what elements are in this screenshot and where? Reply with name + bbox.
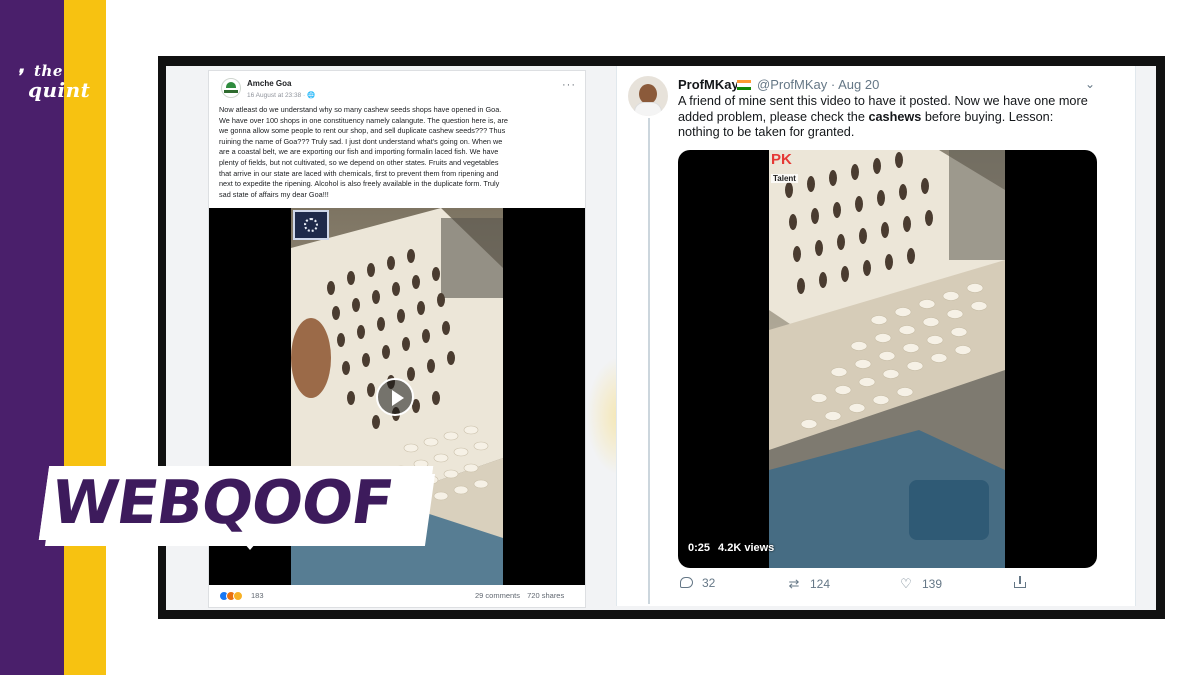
post-line: we gonna allow some people to rent our s… <box>219 126 506 136</box>
post-line: are a coastal belt, we are exporting our… <box>219 147 499 157</box>
video-frame <box>769 150 1005 568</box>
more-options-icon[interactable]: ··· <box>562 79 576 91</box>
tweet-text: A friend of mine sent this video to have… <box>678 94 1090 141</box>
cashew-conveyor-image <box>769 150 1005 568</box>
tweet-bold-word: cashews <box>868 109 922 124</box>
globe-icon: 🌐 <box>307 92 316 99</box>
flag-green <box>737 86 751 90</box>
reply-bubble <box>679 577 693 588</box>
watermark-pk: PK <box>771 151 792 168</box>
quote-icon: ❜ <box>16 66 22 87</box>
shares-count[interactable]: 720 shares <box>527 591 564 600</box>
like-button[interactable]: ♡ 139 <box>898 576 942 594</box>
post-line: We have over 100 shops in one constituen… <box>219 115 508 125</box>
post-line: next to expedite the ripening. Alcohol i… <box>219 179 500 189</box>
timestamp-text: 16 August at 23:38 · <box>247 92 307 99</box>
thread-line <box>648 118 650 604</box>
avatar[interactable] <box>628 76 668 116</box>
channel-badge-icon <box>293 210 329 240</box>
post-footer: 183 29 comments 720 shares <box>209 585 585 607</box>
comments-count[interactable]: 29 comments <box>475 591 520 600</box>
page-logo-icon <box>226 82 236 88</box>
tweet-line: A friend of mine sent this video to have… <box>678 94 1088 108</box>
retweet-count: 124 <box>810 577 831 591</box>
reaction-count[interactable]: 183 <box>251 591 264 600</box>
share-icon <box>1012 576 1028 590</box>
tweet-line-part: added problem, please check the <box>678 109 869 124</box>
play-icon[interactable] <box>376 378 414 416</box>
post-line: plenty of fields, but not cultivated, so… <box>219 157 499 167</box>
post-body: Now atleast do we understand why so many… <box>219 105 579 200</box>
the-quint-logo: ❜ the quint <box>16 62 94 102</box>
watermark-talent: Talent <box>771 174 798 183</box>
webqoof-label: WEBQOOF <box>47 468 397 538</box>
reply-button[interactable]: 32 <box>678 576 715 594</box>
share-button[interactable] <box>1012 576 1036 594</box>
logo-line-quint: quint <box>28 78 91 102</box>
page-avatar[interactable] <box>221 78 241 98</box>
avatar-shirt <box>634 102 662 116</box>
page-logo-bar <box>224 90 238 93</box>
retweet-icon: ⇄ <box>788 576 800 591</box>
reply-count: 32 <box>702 576 716 590</box>
handle-and-date[interactable]: @ProfMKay · Aug 20 <box>757 77 879 92</box>
article-thumbnail: ❜ the quint Amche Goa 16 August at 23:38… <box>0 0 1200 675</box>
tweet-actions: 32 ⇄ 124 ♡ 139 <box>678 576 1098 594</box>
avatar-face <box>639 84 657 104</box>
play-triangle <box>392 390 404 406</box>
post-line: that arrive in our state are laced with … <box>219 168 499 178</box>
retweet-button[interactable]: ⇄ 124 <box>786 576 830 594</box>
share-glyph <box>1014 576 1026 588</box>
page-name-link[interactable]: Amche Goa <box>247 79 291 88</box>
tweet-line-part: before buying. Lesson: <box>921 109 1054 124</box>
like-count: 139 <box>922 577 943 591</box>
video-stats: 0:25 4.2K views <box>688 542 782 554</box>
chevron-down-icon[interactable]: ⌄ <box>1085 77 1095 91</box>
tweet-video[interactable]: PK Talent 0:25 4.2K views <box>678 150 1097 568</box>
post-line: ruining the name of Goa??? Truly sad. I … <box>219 136 503 146</box>
video-views: 4.2K views <box>718 542 775 554</box>
post-line: sad state of affairs my dear Goa!!! <box>219 189 329 199</box>
reply-icon <box>678 576 694 590</box>
badge-ring <box>304 218 318 232</box>
heart-icon: ♡ <box>900 576 912 591</box>
india-flag-icon <box>737 80 751 90</box>
share-arrow <box>1019 576 1021 584</box>
post-timestamp[interactable]: 16 August at 23:38 · 🌐 <box>247 91 315 99</box>
post-line: Now atleast do we understand why so many… <box>219 105 502 114</box>
video-duration: 0:25 <box>688 542 711 554</box>
display-name[interactable]: ProfMKay <box>678 77 739 92</box>
reactions-icons[interactable] <box>219 591 245 601</box>
engagement-counts: 29 comments 720 shares <box>475 591 564 600</box>
tweet-line: nothing to be taken for granted. <box>678 125 855 139</box>
sad-reaction-icon <box>233 591 243 601</box>
tweet-line: added problem, please check the cashews … <box>678 110 1090 126</box>
pk-talent-watermark: PK Talent <box>771 152 807 186</box>
